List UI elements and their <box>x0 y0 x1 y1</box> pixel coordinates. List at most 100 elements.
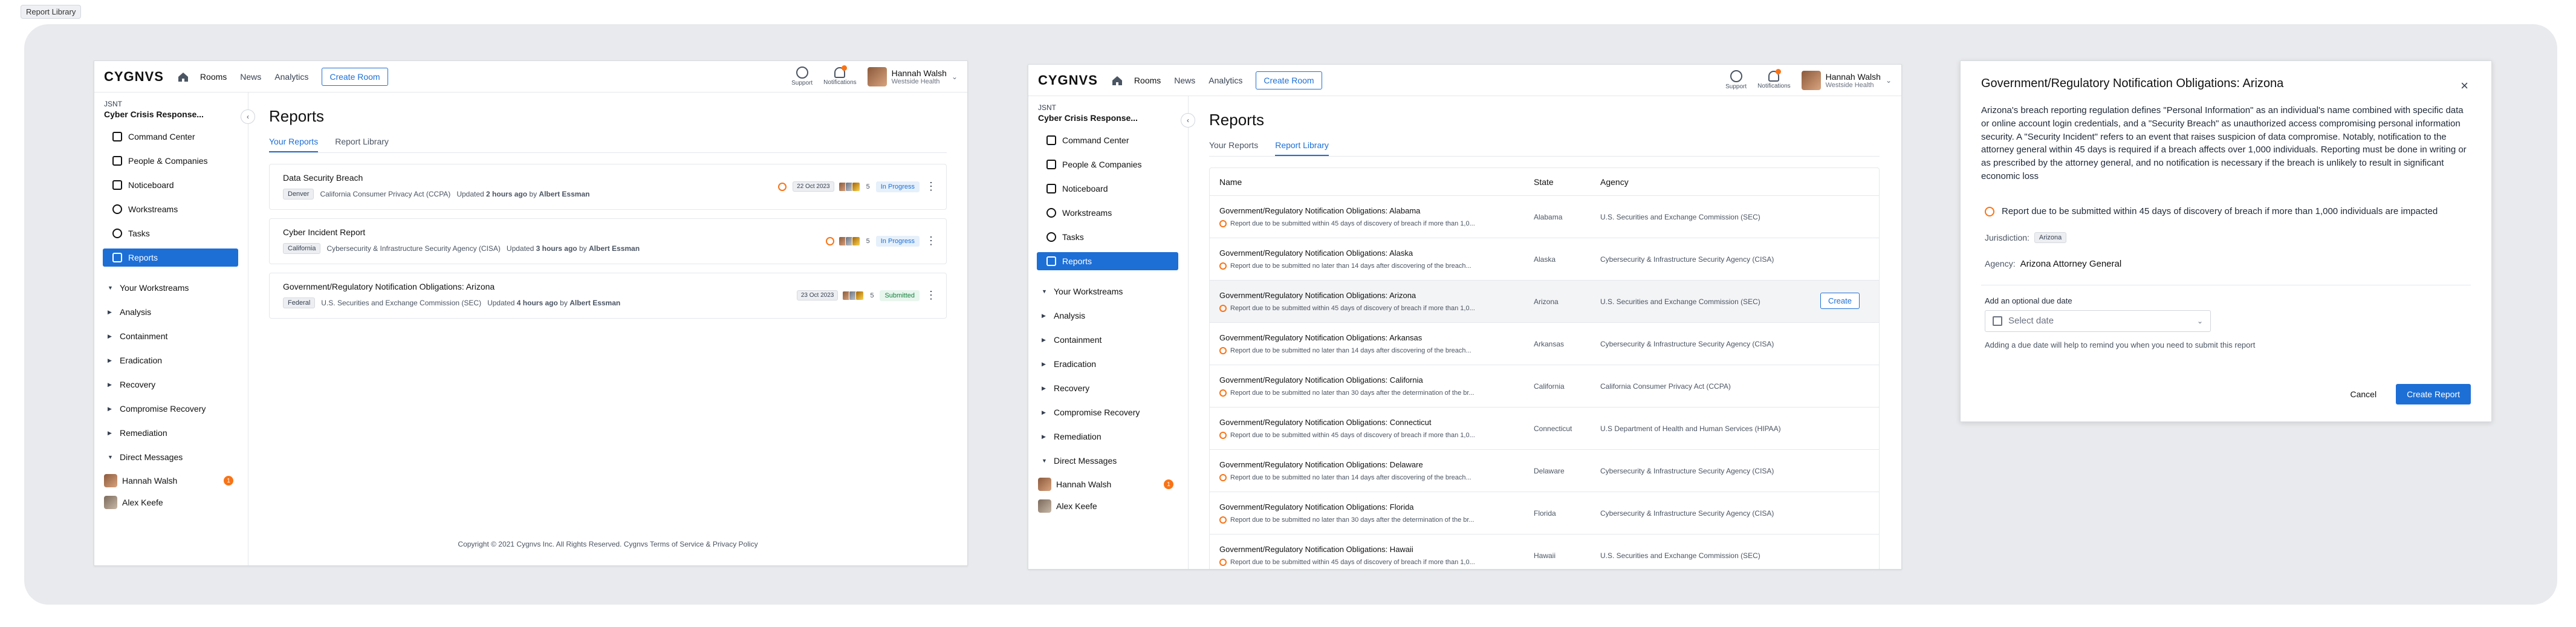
dm-hannah-walsh[interactable]: Hannah Walsh 1 <box>1028 476 1188 493</box>
create-room-button[interactable]: Create Room <box>322 67 388 86</box>
cancel-button[interactable]: Cancel <box>2343 385 2384 404</box>
support-button[interactable]: Support <box>791 67 813 86</box>
workstreams-header[interactable]: ▼ Your Workstreams <box>94 279 248 297</box>
row-create-button[interactable]: Create <box>1820 293 1860 309</box>
home-icon[interactable] <box>177 71 189 83</box>
due-notice-text: Report due to be submitted within 45 day… <box>2002 206 2438 216</box>
dm-header[interactable]: ▼ Direct Messages <box>1028 452 1188 470</box>
org-name[interactable]: Cyber Crisis Response... <box>1028 112 1188 131</box>
workstream-eradication[interactable]: ▶ Eradication <box>94 351 248 369</box>
sidebar-item-reports[interactable]: Reports <box>1037 252 1178 270</box>
logo[interactable]: CYGNVS <box>104 69 164 85</box>
sidebar-item-people[interactable]: People & Companies <box>1037 155 1178 174</box>
workstream-analysis[interactable]: ▶ Analysis <box>94 303 248 321</box>
table-row[interactable]: Government/Regulatory Notification Oblig… <box>1210 492 1879 534</box>
workstream-containment[interactable]: ▶ Containment <box>1028 331 1188 349</box>
more-vertical-icon[interactable]: ⋮ <box>926 235 936 247</box>
tab-your-reports[interactable]: Your Reports <box>1209 140 1258 156</box>
nav-news[interactable]: News <box>240 72 261 82</box>
workstream-remediation[interactable]: ▶ Remediation <box>94 424 248 442</box>
sidebar-item-label: Workstreams <box>1062 208 1112 218</box>
sidebar-item-people[interactable]: People & Companies <box>103 152 238 170</box>
workstream-analysis[interactable]: ▶ Analysis <box>1028 307 1188 325</box>
caret-right-icon: ▶ <box>1042 385 1046 391</box>
tab-your-reports[interactable]: Your Reports <box>269 137 319 152</box>
modal-description: Arizona's breach reporting regulation de… <box>1981 105 2467 181</box>
dm-name: Alex Keefe <box>122 498 163 507</box>
more-vertical-icon[interactable]: ⋮ <box>926 289 936 302</box>
caret-down-icon: ▼ <box>1042 288 1047 294</box>
workstream-eradication[interactable]: ▶ Eradication <box>1028 355 1188 373</box>
tab-report-library[interactable]: Report Library <box>1275 140 1329 156</box>
nav-analytics[interactable]: Analytics <box>274 72 308 82</box>
user-menu[interactable]: Hannah Walsh Westside Health ⌄ <box>1801 70 1892 90</box>
bell-icon <box>834 65 848 78</box>
close-icon[interactable]: × <box>2461 78 2468 94</box>
dm-alex-keefe[interactable]: Alex Keefe <box>94 494 248 511</box>
row-subtitle: Report due to be submitted no later than… <box>1219 516 1524 524</box>
table-row[interactable]: Government/Regulatory Notification Oblig… <box>1210 323 1879 365</box>
sidebar-item-workstreams[interactable]: Workstreams <box>1037 204 1178 222</box>
support-button[interactable]: Support <box>1725 70 1747 90</box>
report-card[interactable]: Government/Regulatory Notification Oblig… <box>269 273 947 319</box>
dm-name: Alex Keefe <box>1056 501 1097 511</box>
due-date-picker[interactable]: Select date ⌄ <box>1985 310 2211 332</box>
updated-text: Updated 3 hours ago by Albert Essman <box>506 244 640 253</box>
location-tag: California <box>283 243 321 254</box>
clock-icon <box>1219 432 1227 439</box>
report-card[interactable]: Data Security Breach Denver California Con… <box>269 164 947 210</box>
dm-header[interactable]: ▼ Direct Messages <box>94 448 248 466</box>
table-body: Government/Regulatory Notification Oblig… <box>1210 196 1879 569</box>
dm-hannah-walsh[interactable]: Hannah Walsh 1 <box>94 472 248 489</box>
logo[interactable]: CYGNVS <box>1038 73 1098 88</box>
nav-analytics[interactable]: Analytics <box>1209 76 1242 85</box>
workstream-compromise-recovery[interactable]: ▶ Compromise Recovery <box>1028 403 1188 421</box>
home-icon[interactable] <box>1111 74 1123 86</box>
user-menu[interactable]: Hannah Walsh Westside Health ⌄ <box>867 67 958 86</box>
sidebar-item-workstreams[interactable]: Workstreams <box>103 200 238 218</box>
table-row[interactable]: Government/Regulatory Notification Oblig… <box>1210 408 1879 450</box>
workstream-remediation[interactable]: ▶ Remediation <box>1028 427 1188 446</box>
due-notice: Report due to be submitted within 45 day… <box>1981 205 2471 218</box>
row-name-cell: Government/Regulatory Notification Oblig… <box>1219 460 1534 481</box>
row-subtitle: Report due to be submitted no later than… <box>1219 347 1524 354</box>
table-row[interactable]: Government/Regulatory Notification Oblig… <box>1210 450 1879 492</box>
dm-name: Hannah Walsh <box>1056 479 1112 489</box>
org-name[interactable]: Cyber Crisis Response... <box>94 108 248 128</box>
more-vertical-icon[interactable]: ⋮ <box>926 180 936 193</box>
workstream-recovery[interactable]: ▶ Recovery <box>1028 379 1188 397</box>
workstreams-header[interactable]: ▼ Your Workstreams <box>1028 282 1188 301</box>
nav-rooms[interactable]: Rooms <box>200 72 227 82</box>
group-label: Containment <box>1054 335 1102 345</box>
clock-icon <box>1219 559 1227 566</box>
caret-right-icon: ▶ <box>1042 409 1046 415</box>
sidebar-item-command-center[interactable]: Command Center <box>1037 131 1178 149</box>
workstream-compromise-recovery[interactable]: ▶ Compromise Recovery <box>94 400 248 418</box>
workstream-containment[interactable]: ▶ Containment <box>94 327 248 345</box>
dm-alex-keefe[interactable]: Alex Keefe <box>1028 498 1188 515</box>
sidebar-item-reports[interactable]: Reports <box>103 249 238 267</box>
nav-news[interactable]: News <box>1174 76 1195 85</box>
sidebar-item-noticeboard[interactable]: Noticeboard <box>1037 180 1178 198</box>
report-card[interactable]: Cyber Incident Report California Cybersecu… <box>269 218 947 264</box>
column-header-state: State <box>1534 177 1554 187</box>
nav-rooms[interactable]: Rooms <box>1134 76 1161 85</box>
tab-report-library[interactable]: Report Library <box>335 137 389 152</box>
sidebar-item-tasks[interactable]: Tasks <box>1037 228 1178 246</box>
sidebar-item-noticeboard[interactable]: Noticeboard <box>103 176 238 194</box>
top-bar: CYGNVS Rooms News Analytics Create Room … <box>1028 65 1901 96</box>
workstream-recovery[interactable]: ▶ Recovery <box>94 375 248 394</box>
sidebar-item-command-center[interactable]: Command Center <box>103 128 238 146</box>
table-row[interactable]: Government/Regulatory Notification Oblig… <box>1210 365 1879 408</box>
table-row[interactable]: Government/Regulatory Notification Oblig… <box>1210 281 1879 323</box>
sidebar-item-label: Tasks <box>1062 232 1084 242</box>
create-room-button[interactable]: Create Room <box>1256 71 1322 89</box>
notifications-button[interactable]: Notifications <box>823 65 857 86</box>
notifications-button[interactable]: Notifications <box>1757 69 1791 89</box>
sidebar-item-tasks[interactable]: Tasks <box>103 224 238 242</box>
create-report-button[interactable]: Create Report <box>2396 384 2471 404</box>
table-row[interactable]: Government/Regulatory Notification Oblig… <box>1210 238 1879 281</box>
avatar <box>867 67 887 86</box>
table-row[interactable]: Government/Regulatory Notification Oblig… <box>1210 196 1879 238</box>
table-row[interactable]: Government/Regulatory Notification Oblig… <box>1210 534 1879 569</box>
